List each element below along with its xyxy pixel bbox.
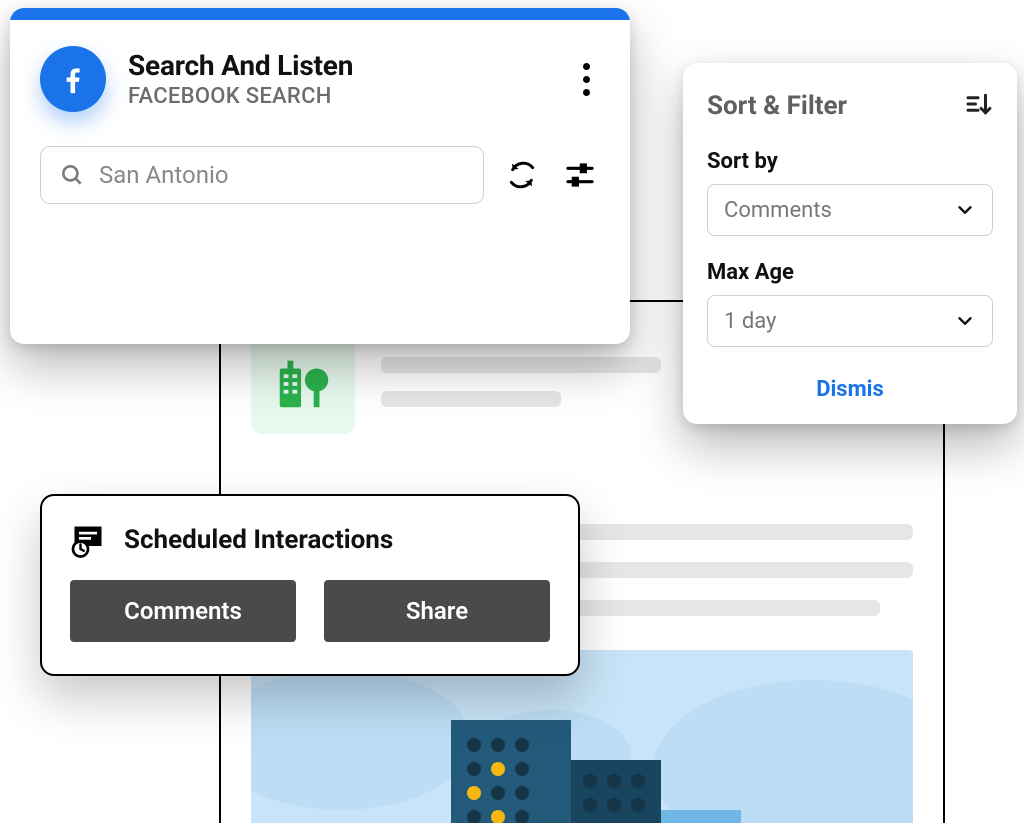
scheduled-interactions-panel: Scheduled Interactions Comments Share: [40, 494, 580, 676]
building-shape: [451, 720, 571, 823]
search-query-text: San Antonio: [99, 161, 229, 189]
max-age-value: 1 day: [724, 309, 776, 334]
building-shape: [661, 810, 741, 823]
refresh-button[interactable]: [502, 155, 542, 195]
search-input[interactable]: San Antonio: [40, 146, 484, 204]
share-button[interactable]: Share: [324, 580, 550, 642]
sort-by-select[interactable]: Comments: [707, 184, 993, 236]
chevron-down-icon: [954, 310, 976, 332]
panel-subtitle: FACEBOOK SEARCH: [128, 84, 550, 109]
sort-direction-button[interactable]: [963, 89, 993, 123]
sort-by-value: Comments: [724, 198, 832, 223]
refresh-icon: [506, 159, 538, 191]
chevron-down-icon: [954, 199, 976, 221]
facebook-icon: [56, 62, 90, 96]
skeleton-line: [381, 391, 561, 407]
search-listen-panel: Search And Listen FACEBOOK SEARCH San An…: [10, 8, 630, 344]
cloud-shape: [653, 680, 913, 823]
dismiss-button[interactable]: Dismis: [707, 371, 993, 402]
skeleton-line: [381, 357, 661, 373]
panel-title: Search And Listen: [128, 49, 550, 82]
sort-icon: [963, 89, 993, 119]
scheduled-message-icon: [70, 522, 106, 558]
scheduled-title: Scheduled Interactions: [124, 525, 393, 555]
feed-avatar: [251, 330, 355, 434]
facebook-badge: [40, 46, 106, 112]
accent-bar: [10, 8, 630, 20]
city-park-icon: [272, 351, 334, 413]
sliders-icon: [564, 159, 596, 191]
search-header: Search And Listen FACEBOOK SEARCH: [10, 20, 630, 122]
max-age-label: Max Age: [707, 260, 993, 285]
sort-by-label: Sort by: [707, 149, 993, 174]
search-icon: [59, 162, 85, 188]
building-shape: [571, 760, 661, 823]
comments-button[interactable]: Comments: [70, 580, 296, 642]
sort-filter-panel: Sort & Filter Sort by Comments Max Age 1…: [683, 63, 1017, 424]
cloud-shape: [251, 670, 471, 810]
filter-settings-button[interactable]: [560, 155, 600, 195]
more-menu-button[interactable]: [572, 57, 600, 102]
filter-panel-title: Sort & Filter: [707, 91, 847, 121]
max-age-select[interactable]: 1 day: [707, 295, 993, 347]
